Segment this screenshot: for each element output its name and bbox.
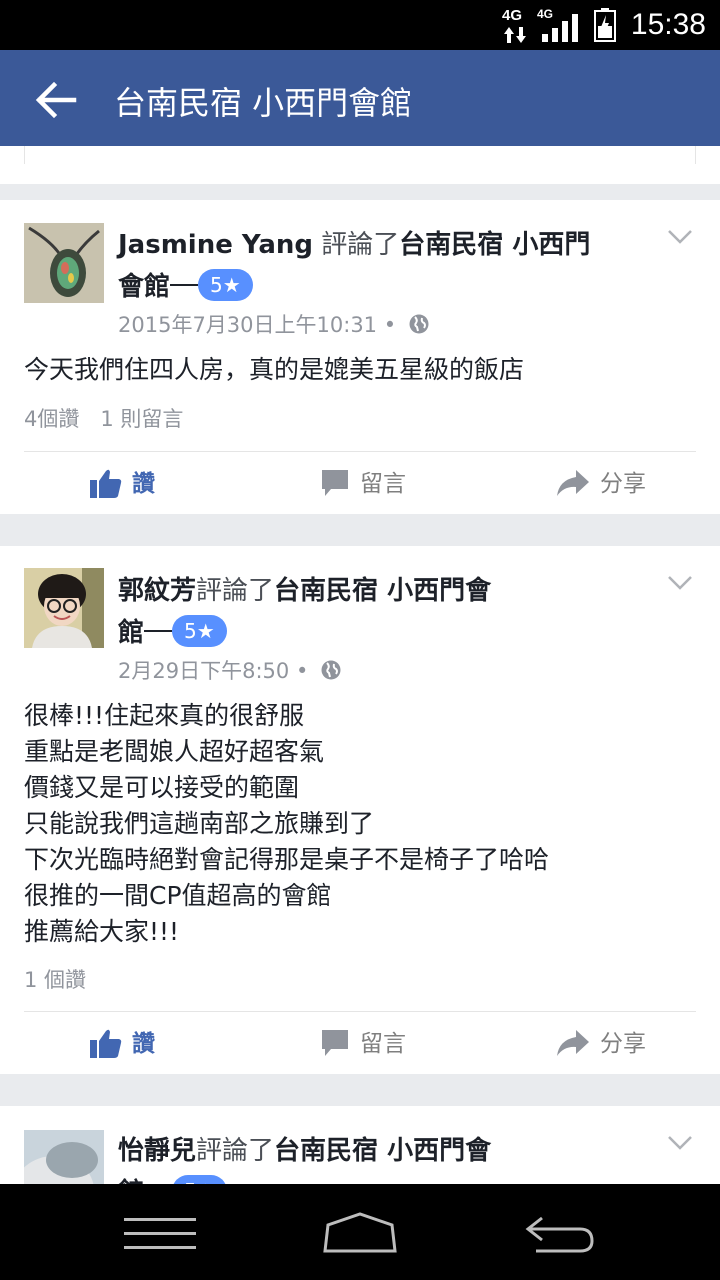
review-text: 很棒!!!住起來真的很舒服 重點是老闆娘人超好超客氣 價錢又是可以接受的範圍 只… — [24, 698, 696, 950]
page-link-continued[interactable]: 館 — [118, 618, 144, 648]
globe-icon — [409, 314, 429, 334]
author-name[interactable]: Jasmine Yang — [118, 230, 313, 260]
app-bar: 台南民宿 小西門會館 — [0, 50, 720, 146]
reviewed-label: 評論了 — [321, 230, 400, 260]
review-text: 今天我們住四人房，真的是媲美五星級的飯店 — [24, 352, 696, 388]
system-nav-bar — [0, 1184, 720, 1280]
signal-icon — [542, 14, 578, 42]
review-text-line: 下次光臨時絕對會記得那是桌子不是椅子了哈哈 — [24, 845, 550, 874]
meta-separator: • — [295, 659, 309, 683]
review-text-line: 推薦給大家!!! — [24, 917, 180, 946]
review-text-line: 很棒!!!住起來真的很舒服 — [24, 701, 305, 730]
arrow-left-icon[interactable] — [34, 80, 78, 120]
comment-button[interactable]: 留言 — [320, 464, 406, 504]
share-button[interactable]: 分享 — [556, 1024, 646, 1064]
comment-label: 留言 — [360, 1031, 406, 1057]
clock: 15:38 — [630, 8, 706, 41]
rating-badge: 5★ — [172, 1174, 227, 1184]
chevron-down-icon[interactable] — [668, 1136, 692, 1150]
avatar-photo — [24, 223, 104, 303]
battery-icon — [594, 8, 616, 42]
review-header: Jasmine Yang 評論了台南民宿 小西門 會館 5★ — [118, 224, 638, 308]
avatar-photo — [24, 568, 104, 648]
home-icon[interactable] — [322, 1212, 398, 1254]
reviewed-label: 評論了 — [196, 576, 275, 606]
network-type-label: 4G — [502, 7, 523, 24]
rating-badge: 5★ — [198, 268, 253, 301]
reviewed-label: 評論了 — [196, 1136, 275, 1166]
thumbs-up-icon — [90, 1029, 122, 1058]
comment-button[interactable]: 留言 — [320, 1024, 406, 1064]
review-text-line: 很推的一間CP值超高的會館 — [24, 881, 332, 910]
back-nav-icon[interactable] — [524, 1214, 594, 1254]
share-button[interactable]: 分享 — [556, 464, 646, 504]
rating-connector — [144, 629, 173, 632]
review-card: Jasmine Yang 評論了台南民宿 小西門 會館 5★ 2015年7月30日… — [0, 200, 720, 514]
share-arrow-icon — [557, 1029, 589, 1056]
meta-separator: • — [383, 313, 397, 337]
comment-icon — [322, 469, 348, 496]
review-feed[interactable]: Jasmine Yang 評論了台南民宿 小西門 會館 5★ 2015年7月30日… — [0, 146, 720, 1184]
share-label: 分享 — [600, 1031, 646, 1057]
reaction-counts[interactable]: 4個讚 1 則留言 — [24, 403, 183, 433]
review-card: 郭紋芳評論了台南民宿 小西門會 館 5★ 2月29日下午8:50 • 很棒!!!住… — [0, 546, 720, 1074]
review-card: 怡靜兒評論了台南民宿 小西門會 館5★ — [0, 1106, 720, 1184]
globe-icon — [321, 660, 341, 680]
page-link[interactable]: 台南民宿 小西門 — [399, 230, 590, 260]
reaction-counts[interactable]: 1 個讚 — [24, 964, 86, 994]
comment-icon — [322, 1029, 348, 1056]
review-text-line: 只能說我們這趟南部之旅賺到了 — [24, 809, 375, 838]
avatar[interactable] — [24, 1130, 104, 1184]
rating-connector — [170, 283, 199, 286]
avatar-photo — [24, 1130, 104, 1184]
page-link-continued[interactable]: 會館 — [118, 272, 170, 302]
like-button[interactable]: 讚 — [90, 464, 155, 504]
review-text-line: 重點是老闆娘人超好超客氣 — [24, 737, 325, 766]
review-meta: 2月29日下午8:50 • — [118, 655, 341, 685]
share-label: 分享 — [600, 471, 646, 497]
like-label: 讚 — [132, 471, 155, 497]
page-link[interactable]: 台南民宿 小西門會 — [274, 1136, 491, 1166]
rating-badge: 5★ — [172, 614, 227, 647]
like-button[interactable]: 讚 — [90, 1024, 155, 1064]
share-arrow-icon — [557, 469, 589, 496]
divider — [24, 1011, 696, 1012]
page-link[interactable]: 台南民宿 小西門會 — [274, 576, 491, 606]
thumbs-up-icon — [90, 469, 122, 498]
timestamp[interactable]: 2015年7月30日上午10:31 — [118, 313, 377, 337]
comment-label: 留言 — [360, 471, 406, 497]
author-name[interactable]: 郭紋芳 — [118, 576, 196, 606]
review-text-line: 價錢又是可以接受的範圍 — [24, 773, 300, 802]
chevron-down-icon[interactable] — [668, 576, 692, 590]
timestamp[interactable]: 2月29日下午8:50 — [118, 659, 289, 683]
review-meta: 2015年7月30日上午10:31 • — [118, 309, 429, 339]
menu-icon[interactable] — [124, 1216, 196, 1252]
review-text-line: 今天我們住四人房，真的是媲美五星級的飯店 — [24, 355, 525, 384]
avatar[interactable] — [24, 223, 104, 303]
divider — [24, 451, 696, 452]
status-bar: 4G 4G 15:38 — [0, 0, 720, 50]
page-title: 台南民宿 小西門會館 — [114, 84, 413, 122]
avatar[interactable] — [24, 568, 104, 648]
review-header: 郭紋芳評論了台南民宿 小西門會 館 5★ — [118, 570, 638, 654]
data-arrows-icon — [504, 27, 526, 43]
review-header: 怡靜兒評論了台南民宿 小西門會 館5★ — [118, 1130, 638, 1184]
previous-card-bottom — [0, 146, 720, 184]
like-label: 讚 — [132, 1031, 155, 1057]
chevron-down-icon[interactable] — [668, 230, 692, 244]
author-name[interactable]: 怡靜兒 — [118, 1136, 196, 1166]
